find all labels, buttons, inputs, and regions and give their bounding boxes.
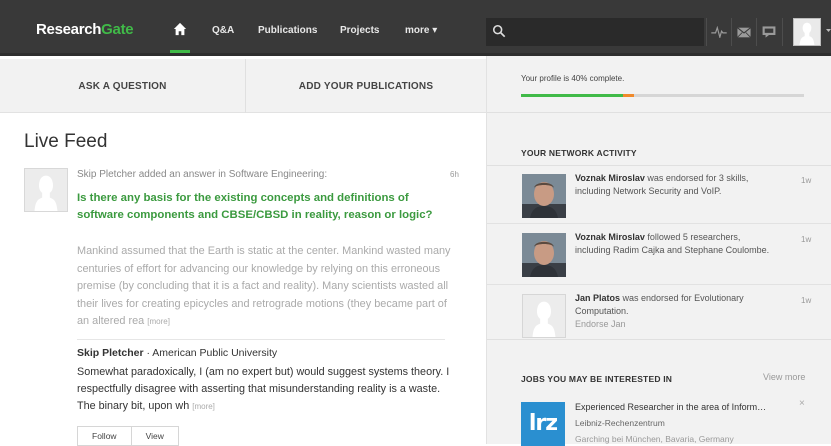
view-button[interactable]: View bbox=[130, 427, 178, 445]
network-activity-item[interactable]: Voznak Miroslav was endorsed for 3 skill… bbox=[487, 166, 831, 224]
nav-more-menu[interactable]: more ▾ bbox=[405, 25, 437, 36]
search-input[interactable] bbox=[512, 22, 700, 42]
ask-question-button[interactable]: ASK A QUESTION bbox=[0, 59, 245, 113]
messages-icon[interactable] bbox=[734, 22, 754, 42]
view-more-jobs-link[interactable]: View more bbox=[763, 372, 805, 382]
section-divider bbox=[487, 339, 831, 340]
profile-progress-bar bbox=[521, 94, 804, 97]
close-icon[interactable]: × bbox=[799, 398, 805, 409]
nav-separator bbox=[756, 18, 757, 46]
avatar[interactable] bbox=[522, 294, 566, 338]
network-person-link[interactable]: Voznak Miroslav bbox=[575, 232, 645, 242]
add-publications-button[interactable]: ADD YOUR PUBLICATIONS bbox=[246, 59, 486, 113]
answer-body-text: Somewhat paradoxically, I (am no expert … bbox=[77, 366, 450, 412]
more-link[interactable]: [more] bbox=[192, 402, 215, 411]
author-affiliation: · American Public University bbox=[143, 347, 278, 359]
network-person-link[interactable]: Jan Platos bbox=[575, 293, 620, 303]
feed-divider bbox=[77, 339, 445, 340]
right-sidebar: Your profile is 40% complete. YOUR NETWO… bbox=[486, 56, 831, 446]
network-person-link[interactable]: Voznak Miroslav bbox=[575, 173, 645, 183]
nav-separator bbox=[782, 18, 783, 46]
activity-time: 1w bbox=[801, 235, 812, 244]
activity-time: 1w bbox=[801, 296, 812, 305]
job-location: Garching bei München, Bavaria, Germany bbox=[575, 434, 734, 444]
job-listing[interactable]: lrz Experienced Researcher in the area o… bbox=[487, 394, 831, 446]
answer-text: Somewhat paradoxically, I (am no expert … bbox=[77, 364, 452, 415]
avatar[interactable] bbox=[522, 233, 566, 277]
search-bar[interactable] bbox=[486, 18, 704, 46]
nav-projects-link[interactable]: Projects bbox=[340, 25, 379, 36]
home-active-indicator bbox=[170, 50, 190, 53]
profile-completion-text: Your profile is 40% complete. bbox=[521, 74, 625, 83]
feed-item-meta: Skip Pletcher added an answer in Softwar… bbox=[77, 169, 328, 180]
job-title-link[interactable]: Experienced Researcher in the area of In… bbox=[575, 402, 795, 412]
nav-qa-link[interactable]: Q&A bbox=[212, 25, 234, 36]
nav-publications-link[interactable]: Publications bbox=[258, 25, 317, 36]
jobs-header: JOBS YOU MAY BE INTERESTED IN View more bbox=[487, 366, 831, 394]
nav-separator bbox=[731, 18, 732, 46]
avatar[interactable] bbox=[24, 168, 68, 212]
jobs-title: JOBS YOU MAY BE INTERESTED IN bbox=[521, 374, 673, 384]
author-name-link[interactable]: Skip Pletcher bbox=[77, 347, 144, 359]
feed-item-time: 6h bbox=[450, 170, 459, 179]
home-icon[interactable] bbox=[165, 14, 195, 44]
nav-separator bbox=[706, 18, 707, 46]
activity-time: 1w bbox=[801, 176, 812, 185]
network-activity-title: YOUR NETWORK ACTIVITY bbox=[521, 148, 637, 158]
profile-completion[interactable]: Your profile is 40% complete. bbox=[487, 56, 831, 113]
notifications-icon[interactable] bbox=[759, 22, 779, 42]
network-activity-item[interactable]: Voznak Miroslav followed 5 researchers, … bbox=[487, 225, 831, 285]
live-feed-title: Live Feed bbox=[24, 131, 108, 152]
question-body-text: Mankind assumed that the Earth is static… bbox=[77, 245, 451, 327]
lrz-logo: lrz bbox=[521, 402, 565, 446]
search-icon[interactable] bbox=[492, 24, 506, 38]
endorse-link[interactable]: Endorse Jan bbox=[575, 318, 775, 331]
question-body: Mankind assumed that the Earth is static… bbox=[77, 243, 452, 331]
more-link[interactable]: [more] bbox=[147, 317, 170, 326]
question-title-link[interactable]: Is there any basis for the existing conc… bbox=[77, 190, 452, 224]
follow-button[interactable]: Follow bbox=[78, 427, 131, 445]
researchgate-logo[interactable]: ResearchGate bbox=[36, 21, 134, 38]
activity-pulse-icon[interactable] bbox=[709, 22, 729, 42]
feed-actions: Follow View bbox=[77, 426, 179, 446]
action-bar: ASK A QUESTION ADD YOUR PUBLICATIONS bbox=[0, 59, 486, 113]
top-navigation-bar: ResearchGate Q&A Publications Projects m… bbox=[0, 0, 831, 56]
avatar[interactable] bbox=[522, 174, 566, 218]
network-activity-item[interactable]: Jan Platos was endorsed for Evolutionary… bbox=[487, 286, 831, 340]
progress-fill bbox=[521, 94, 623, 97]
chevron-down-icon[interactable] bbox=[826, 28, 831, 33]
job-organization: Leibniz-Rechenzentrum bbox=[575, 418, 665, 428]
answer-author: Skip Pletcher · American Public Universi… bbox=[77, 347, 277, 359]
avatar[interactable] bbox=[793, 18, 821, 46]
progress-marker bbox=[623, 94, 634, 97]
